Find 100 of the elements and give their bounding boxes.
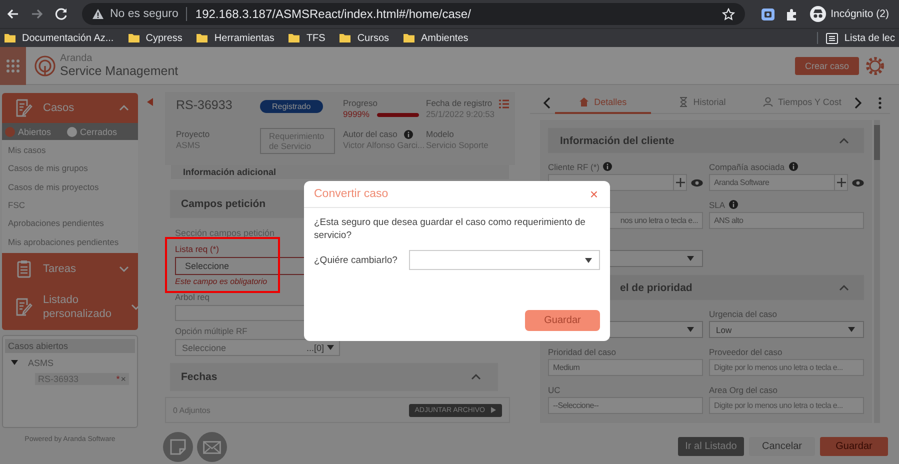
save-button[interactable]: Guardar xyxy=(820,437,888,456)
email-button[interactable] xyxy=(197,432,227,462)
chevron-down-icon[interactable] xyxy=(130,302,138,312)
note-button[interactable] xyxy=(163,432,193,462)
menu-icon[interactable] xyxy=(878,96,882,108)
radio-option[interactable]: Cerrados xyxy=(67,126,118,136)
person-icon xyxy=(762,96,773,106)
chevron-up-icon[interactable] xyxy=(838,136,850,146)
field-label: Arbol req xyxy=(175,292,210,303)
status-badge: Registrado xyxy=(260,100,323,113)
eye-icon[interactable] xyxy=(852,178,864,186)
sidebar-section-header[interactable]: Listado personalizado xyxy=(2,284,138,330)
sidebar-link[interactable]: Casos de mis proyectos xyxy=(2,178,138,196)
tree-item[interactable]: ASMS xyxy=(28,358,54,368)
forward-icon[interactable] xyxy=(30,7,44,21)
bookmark-folder[interactable]: Ambientes xyxy=(403,32,468,44)
save-button[interactable]: Guardar xyxy=(525,310,600,331)
dropdown[interactable]: Low xyxy=(709,321,864,338)
section-header[interactable]: Fechas xyxy=(170,363,498,391)
list-button[interactable]: Ir al Listado xyxy=(678,437,744,456)
radio-dot[interactable] xyxy=(5,126,15,136)
case-id: RS-36933 xyxy=(176,98,232,112)
chevron-left-icon[interactable] xyxy=(543,96,551,108)
chevron-up-icon[interactable] xyxy=(470,372,482,382)
scrollbar[interactable] xyxy=(874,120,880,423)
chevron-right-icon[interactable] xyxy=(854,96,862,108)
address-bar[interactable]: No es seguro 192.168.3.187/ASMSReact/index.html#/home/case/ xyxy=(82,3,745,25)
text-input[interactable]: Aranda Software xyxy=(709,174,834,191)
sidebar-link[interactable]: Mis casos xyxy=(2,141,138,160)
chevron-down-icon[interactable] xyxy=(118,264,130,274)
profile-button[interactable]: Incógnito (2) xyxy=(808,6,891,22)
section-title: el de prioridad xyxy=(620,282,692,294)
field-label: Lista req (*) xyxy=(175,244,219,255)
text-input[interactable]: ANS alto xyxy=(709,212,864,229)
tab[interactable]: Tiempos Y Cost xyxy=(754,92,850,114)
collapse-arrow-icon[interactable] xyxy=(147,98,153,106)
back-icon[interactable] xyxy=(6,7,20,21)
field-label: Cliente RF (*) xyxy=(548,162,600,172)
create-case-button[interactable]: Crear caso xyxy=(794,56,859,74)
close-button[interactable]: × xyxy=(120,374,126,384)
star-icon[interactable] xyxy=(722,8,735,20)
field-label: SLA xyxy=(709,200,726,210)
sidebar-section-header[interactable]: Casos xyxy=(2,93,138,123)
add-button[interactable] xyxy=(673,174,687,191)
text-input[interactable]: --Seleccione-- xyxy=(548,397,703,414)
app-title: Service Management xyxy=(60,64,178,78)
field-label: Urgencia del caso xyxy=(709,308,778,318)
folder-icon xyxy=(339,33,352,43)
bookmark-folder[interactable]: Cypress xyxy=(128,32,182,44)
radio-option[interactable]: Abiertos xyxy=(5,126,52,136)
settings-icon[interactable] xyxy=(865,56,885,76)
bookmark-folder[interactable]: TFS xyxy=(288,32,326,44)
list-icon[interactable] xyxy=(499,98,510,108)
section-title: Fechas xyxy=(181,371,218,383)
field-label: Modelo xyxy=(426,129,454,140)
tab[interactable]: Detalles xyxy=(555,92,651,114)
sidebar-link[interactable]: Mis aprobaciones pendientes xyxy=(2,232,138,251)
grid-icon[interactable] xyxy=(6,58,20,72)
caret-icon xyxy=(687,256,694,261)
sidebar-link[interactable]: FSC xyxy=(2,196,138,214)
section-header[interactable]: Información del cliente xyxy=(548,128,864,153)
dropdown[interactable]: Seleccione xyxy=(175,257,305,275)
dropdown[interactable]: Seleccione ...[0] xyxy=(175,339,340,356)
puzzle-icon[interactable] xyxy=(784,8,798,20)
radio-dot[interactable] xyxy=(67,126,78,136)
folder-icon xyxy=(288,33,300,43)
info-icon xyxy=(404,130,414,139)
folder-icon xyxy=(128,33,140,43)
close-button[interactable]: × xyxy=(590,187,598,201)
text-input[interactable]: Medium xyxy=(548,359,703,376)
bookmark-folder[interactable]: Herramientas xyxy=(196,32,274,44)
hourglass-icon xyxy=(679,96,688,106)
chevron-up-icon[interactable] xyxy=(118,103,130,113)
plus-icon xyxy=(836,178,846,187)
caret-down-icon[interactable] xyxy=(11,359,18,366)
reload-icon[interactable] xyxy=(54,7,68,21)
text-input[interactable]: Digite por lo menos uno letra o tecla e... xyxy=(709,397,864,414)
home-icon xyxy=(579,96,590,106)
screen-icon[interactable] xyxy=(760,8,775,20)
chevron-up-icon[interactable] xyxy=(838,282,850,292)
tab[interactable]: Historial xyxy=(654,92,750,114)
field-label: Fecha de registro xyxy=(426,98,492,109)
sidebar-link[interactable]: Aprobaciones pendientes xyxy=(2,214,138,232)
section-header[interactable]: Información adicional xyxy=(171,165,509,179)
reading-list-button[interactable]: Lista de lec xyxy=(826,32,895,44)
bookmark-folder[interactable]: Cursos xyxy=(339,32,390,44)
field-label: Area Org del caso xyxy=(709,384,778,394)
field-label: Proyecto xyxy=(176,129,210,140)
apps-menu-button[interactable] xyxy=(0,46,26,84)
field-label: ¿Quiére cambiarlo? xyxy=(314,254,398,266)
text-input[interactable]: Digite por lo menos uno letra o tecla e... xyxy=(709,359,864,376)
caret-icon xyxy=(687,327,694,332)
add-button[interactable] xyxy=(834,174,848,191)
sidebar-section-header[interactable]: Tareas xyxy=(2,252,138,285)
cancel-button[interactable]: Cancelar xyxy=(749,437,815,456)
field-label: Prioridad del caso xyxy=(548,346,616,356)
eye-icon[interactable] xyxy=(691,178,703,186)
sidebar-link[interactable]: Casos de mis grupos xyxy=(2,159,138,178)
reading-list-icon xyxy=(826,32,838,44)
bookmark-folder[interactable]: Documentación Az... xyxy=(4,32,114,44)
